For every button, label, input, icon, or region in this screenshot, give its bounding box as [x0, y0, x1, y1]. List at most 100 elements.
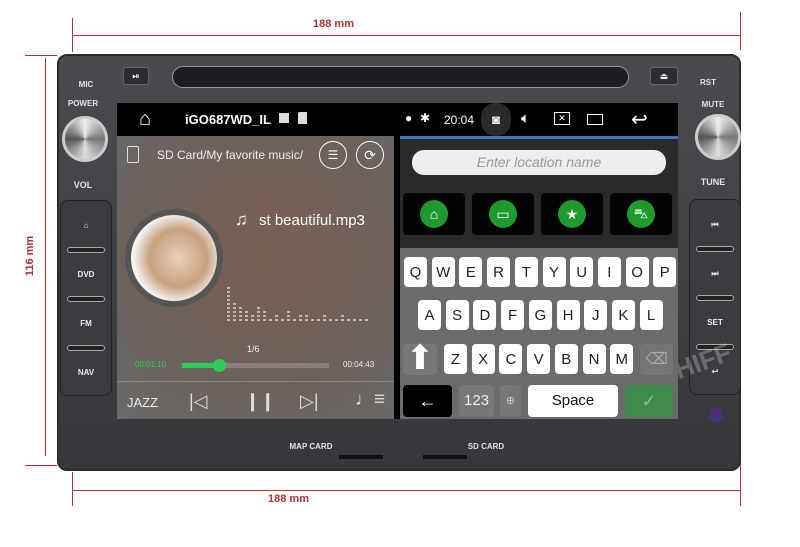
playlist-icon[interactable]: ♩≡: [355, 389, 385, 411]
screen: ⌂ iGO687WD_IL ● ✱ 20:04 ◙ 🔈︎ ✕ ↩ SD Card…: [117, 103, 678, 419]
track-name: st beautiful.mp3: [259, 212, 365, 229]
repeat-button[interactable]: ⟳: [356, 141, 384, 169]
divider: [117, 381, 394, 382]
nav-favorites-button[interactable]: ★: [541, 193, 603, 235]
visualizer-bar: [257, 307, 260, 309]
key-a[interactable]: A: [418, 300, 441, 330]
key-y[interactable]: Y: [542, 257, 566, 287]
play-pause-hw-button[interactable]: ⏯: [123, 67, 149, 85]
nav-hw-button[interactable]: NAV: [61, 348, 111, 397]
key-q[interactable]: Q: [404, 257, 427, 287]
nav-work-button[interactable]: ▭: [472, 193, 534, 235]
visualizer-bar: [227, 319, 230, 321]
space-key[interactable]: Space: [528, 385, 618, 417]
key-v[interactable]: V: [527, 344, 551, 374]
back-arrow-key[interactable]: ←: [403, 385, 452, 417]
key-p[interactable]: P: [653, 257, 677, 287]
visualizer-bar: [305, 315, 308, 317]
next-track-hw-button[interactable]: ⏭: [690, 249, 740, 298]
bluetooth-icon: ✱: [420, 111, 431, 125]
key-h[interactable]: H: [556, 300, 580, 330]
key-d[interactable]: D: [473, 300, 497, 330]
key-f[interactable]: F: [501, 300, 525, 330]
key-l[interactable]: L: [639, 300, 663, 330]
key-j[interactable]: J: [584, 300, 608, 330]
visualizer-bar: [227, 315, 230, 317]
volume-knob[interactable]: [62, 116, 108, 162]
eq-preset-button[interactable]: JAZZ: [127, 395, 158, 410]
dimension-tick: [72, 18, 73, 52]
visualizer-bar: [239, 315, 242, 317]
numbers-key[interactable]: 123: [459, 385, 494, 417]
eject-button[interactable]: ⏏: [650, 67, 678, 85]
close-window-icon[interactable]: ✕: [554, 112, 570, 125]
key-s[interactable]: S: [445, 300, 469, 330]
nav-home-button[interactable]: ⌂: [403, 193, 465, 235]
visualizer-bar: [227, 311, 230, 313]
location-search-input[interactable]: Enter location name: [412, 150, 666, 175]
key-k[interactable]: K: [611, 300, 635, 330]
previous-track-button[interactable]: |◁: [189, 391, 208, 412]
key-b[interactable]: B: [554, 344, 578, 374]
nav-car-button[interactable]: ⛍: [610, 193, 672, 235]
sd-card-icon: [127, 146, 139, 163]
track-index: 1/6: [247, 344, 260, 354]
key-o[interactable]: O: [625, 257, 649, 287]
visualizer-bar: [305, 319, 308, 321]
device-name: iGO687WD_IL: [185, 112, 271, 127]
tune-knob[interactable]: [695, 114, 741, 160]
pause-button[interactable]: ❙❙: [245, 391, 275, 412]
dvd-button[interactable]: DVD: [61, 250, 111, 299]
key-m[interactable]: M: [610, 344, 634, 374]
visualizer-bar: [227, 307, 230, 309]
ir-sensor: [709, 408, 723, 422]
map-card-label: MAP CARD: [289, 442, 333, 451]
visualizer-bar: [233, 315, 236, 317]
key-t[interactable]: T: [514, 257, 538, 287]
visualizer-bar: [257, 311, 260, 313]
key-w[interactable]: W: [431, 257, 455, 287]
volume-icon[interactable]: 🔈︎: [521, 110, 530, 127]
visualizer-bar: [365, 319, 368, 321]
key-g[interactable]: G: [528, 300, 552, 330]
visualizer-bar: [233, 319, 236, 321]
audio-visualizer: [227, 246, 377, 321]
visualizer-bar: [329, 319, 332, 321]
visualizer-bar: [239, 319, 242, 321]
globe-key[interactable]: ⊕: [500, 385, 521, 417]
clock: 20:04: [444, 113, 475, 127]
visualizer-bar: [287, 319, 290, 321]
visualizer-bar: [323, 319, 326, 321]
seek-thumb[interactable]: [212, 359, 226, 372]
next-track-button[interactable]: ▷|: [300, 391, 319, 412]
visualizer-bar: [263, 319, 266, 321]
home-icon[interactable]: ⌂: [139, 108, 151, 131]
visualizer-bar: [227, 287, 230, 289]
visualizer-bar: [251, 315, 254, 317]
key-c[interactable]: C: [499, 344, 523, 374]
camera-icon[interactable]: ◙: [481, 103, 511, 136]
previous-track-hw-button[interactable]: ⏮: [690, 200, 740, 249]
key-u[interactable]: U: [570, 257, 594, 287]
back-icon[interactable]: ↩: [631, 107, 648, 132]
recent-apps-icon[interactable]: [587, 114, 603, 125]
key-n[interactable]: N: [582, 344, 606, 374]
seek-bar[interactable]: [182, 359, 329, 372]
key-i[interactable]: I: [597, 257, 621, 287]
sd-card-icon: [298, 112, 307, 124]
shift-key[interactable]: ⬆: [403, 341, 437, 375]
home-hw-button[interactable]: ⌂: [61, 201, 111, 250]
key-x[interactable]: X: [471, 344, 495, 374]
visualizer-bar: [245, 319, 248, 321]
confirm-key[interactable]: ✓: [625, 385, 673, 417]
fm-button[interactable]: FM: [61, 299, 111, 348]
backspace-key[interactable]: ⌫: [640, 344, 673, 375]
left-button-panel: ⌂ DVD FM NAV: [60, 200, 112, 396]
key-r[interactable]: R: [487, 257, 511, 287]
disc-slot: [172, 66, 629, 88]
visualizer-bar: [299, 319, 302, 321]
equalizer-button[interactable]: ☰: [319, 141, 347, 169]
key-e[interactable]: E: [459, 257, 483, 287]
visualizer-bar: [239, 311, 242, 313]
key-z[interactable]: Z: [444, 344, 467, 374]
